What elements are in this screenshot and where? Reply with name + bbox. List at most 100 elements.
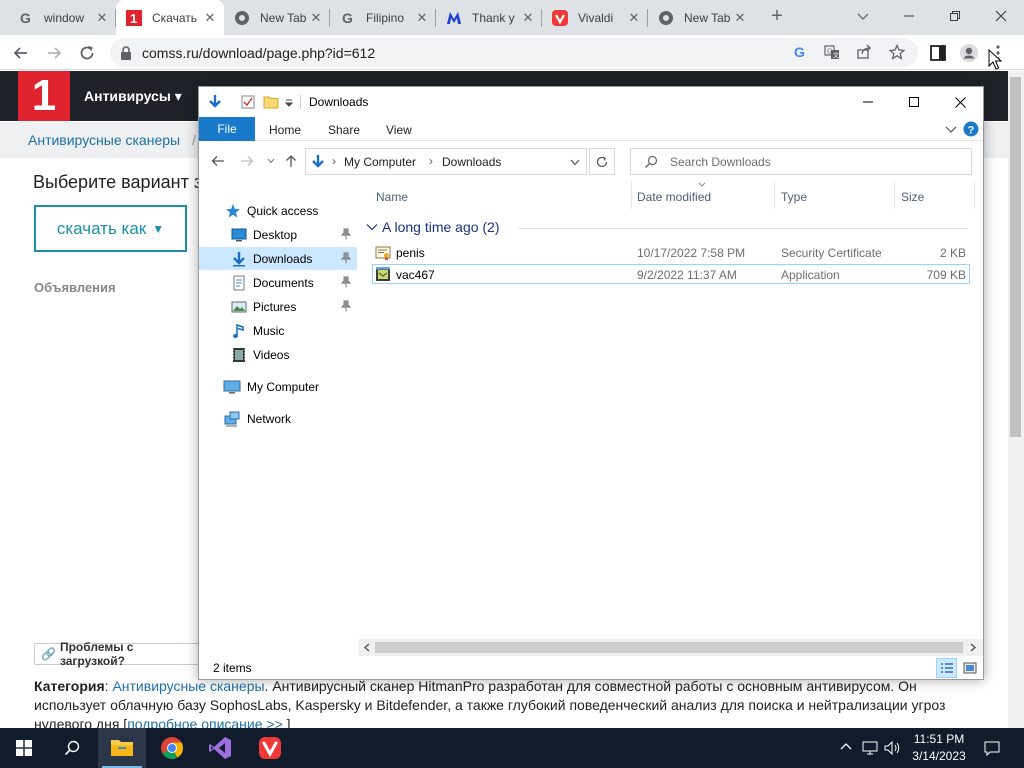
explorer-address-bar[interactable]: › My Computer › Downloads (305, 148, 587, 175)
browser-tab-3[interactable]: New Tab ✕ (224, 0, 330, 35)
browser-tab-1[interactable]: G window ✕ (8, 0, 116, 35)
scroll-right-icon[interactable] (969, 643, 977, 652)
close-icon[interactable]: ✕ (626, 10, 642, 26)
back-icon[interactable] (11, 43, 31, 63)
ribbon-tab-view[interactable]: View (386, 123, 412, 137)
browser-tab-4[interactable]: G Filipino ✕ (330, 0, 436, 35)
notifications-icon[interactable] (984, 740, 1000, 756)
refresh-button[interactable] (589, 148, 615, 175)
large-icons-view-button[interactable] (960, 658, 980, 678)
nav-item-documents[interactable]: Documents (199, 271, 357, 294)
scroll-left-icon[interactable] (363, 643, 371, 652)
search-box[interactable]: Search Downloads (630, 148, 972, 175)
lock-icon[interactable] (120, 46, 132, 60)
up-arrow-icon[interactable] (285, 154, 297, 168)
new-folder-icon[interactable] (263, 94, 279, 110)
close-icon[interactable]: ✕ (308, 10, 324, 26)
tab-search-button[interactable] (840, 0, 886, 32)
network-tray-icon[interactable] (862, 740, 878, 756)
restore-button[interactable] (932, 0, 978, 32)
taskbar-file-explorer[interactable] (98, 728, 146, 768)
forward-icon[interactable] (44, 43, 64, 63)
column-header-date[interactable]: Date modified (637, 190, 711, 204)
computer-icon (223, 380, 241, 393)
nav-menu-antivirus[interactable]: Антивирусы ▾ (84, 88, 182, 105)
address-bar[interactable]: comss.ru/download/page.php?id=612 G G文 (110, 38, 918, 67)
close-icon[interactable]: ✕ (414, 10, 430, 26)
taskbar-vivaldi[interactable] (246, 728, 294, 768)
file-row[interactable]: penis 10/17/2022 7:58 PM Security Certif… (372, 243, 970, 263)
horizontal-scrollbar-thumb[interactable] (375, 642, 963, 653)
column-header-type[interactable]: Type (781, 190, 807, 204)
translate-icon[interactable]: G文 (824, 44, 840, 60)
help-icon[interactable]: ? (963, 121, 979, 137)
browser-tab-6[interactable]: Vivaldi ✕ (542, 0, 648, 35)
breadcrumb-link[interactable]: Антивирусные сканеры (28, 132, 180, 148)
volume-icon[interactable] (884, 740, 902, 756)
back-icon[interactable] (211, 155, 225, 167)
pin-icon[interactable] (341, 300, 351, 312)
bookmark-star-icon[interactable] (889, 44, 905, 60)
taskbar-chrome[interactable] (148, 728, 196, 768)
nav-item-videos[interactable]: Videos (199, 343, 357, 366)
reload-icon[interactable] (77, 43, 97, 63)
minimize-button[interactable] (886, 0, 932, 32)
browser-tab-5[interactable]: Thank y ✕ (436, 0, 542, 35)
ribbon-tab-home[interactable]: Home (269, 123, 301, 137)
forward-icon[interactable] (240, 155, 254, 167)
column-header-size[interactable]: Size (901, 190, 924, 204)
nav-item-pictures[interactable]: Pictures (199, 295, 357, 318)
pin-icon[interactable] (341, 228, 351, 240)
address-crumb-downloads[interactable]: Downloads (442, 155, 501, 169)
side-panel-icon[interactable] (928, 43, 948, 63)
vivaldi-icon (552, 9, 568, 26)
explorer-titlebar[interactable]: Downloads (199, 87, 983, 117)
nav-item-downloads[interactable]: Downloads (199, 247, 357, 270)
explorer-minimize-button[interactable] (845, 87, 891, 117)
download-as-button[interactable]: скачать как ▼ (34, 205, 187, 252)
explorer-maximize-button[interactable] (891, 87, 937, 117)
pin-icon[interactable] (341, 252, 351, 264)
chevron-down-icon[interactable] (945, 124, 957, 134)
chevron-down-icon[interactable] (267, 158, 275, 164)
site-logo[interactable]: 1 (18, 71, 70, 121)
explorer-close-button[interactable] (937, 87, 983, 117)
new-tab-button[interactable]: + (767, 6, 787, 27)
google-icon[interactable]: G (792, 44, 808, 60)
properties-icon[interactable] (240, 94, 256, 110)
page-scrollbar-thumb[interactable] (1010, 77, 1021, 437)
close-window-button[interactable] (978, 0, 1024, 32)
details-view-button[interactable] (936, 658, 957, 678)
show-hidden-icons-chevron-icon[interactable] (840, 742, 852, 752)
taskbar-search-button[interactable] (48, 728, 96, 768)
page-scrollbar[interactable] (1008, 71, 1024, 728)
close-icon[interactable]: ✕ (202, 10, 218, 26)
system-clock[interactable]: 11:51 PM 3/14/2023 (908, 731, 970, 765)
nav-item-desktop[interactable]: Desktop (199, 223, 357, 246)
close-icon[interactable]: ✕ (94, 10, 110, 26)
column-header-name[interactable]: Name (376, 190, 408, 204)
browser-tab-2[interactable]: 1 Скачать ✕ (116, 0, 224, 35)
browser-tab-7[interactable]: New Tab ✕ (648, 0, 754, 35)
download-problems-button[interactable]: 🔗 Проблемы с загрузкой? (34, 640, 200, 668)
horizontal-scrollbar[interactable] (359, 639, 983, 656)
nav-item-my-computer[interactable]: My Computer (199, 375, 357, 398)
file-group-header[interactable]: A long time ago (2) (366, 219, 968, 235)
nav-item-network[interactable]: Network (199, 407, 357, 430)
category-link[interactable]: Антивирусные сканеры (112, 678, 264, 694)
address-crumb-my-computer[interactable]: My Computer (344, 155, 416, 169)
start-button[interactable] (0, 728, 48, 768)
close-icon[interactable]: ✕ (732, 10, 748, 26)
nav-item-music[interactable]: Music (199, 319, 357, 342)
close-icon[interactable]: ✕ (520, 10, 536, 26)
chevron-down-icon[interactable] (570, 159, 580, 166)
taskbar-visual-studio[interactable] (196, 728, 244, 768)
ribbon-tab-share[interactable]: Share (328, 123, 360, 137)
pin-icon[interactable] (341, 276, 351, 288)
chevron-down-icon[interactable] (285, 94, 293, 110)
share-icon[interactable] (856, 44, 872, 60)
ribbon-tab-file[interactable]: File (199, 117, 255, 141)
profile-avatar-icon[interactable] (959, 43, 979, 63)
nav-item-quick-access[interactable]: Quick access (199, 199, 357, 222)
file-row[interactable]: vac467 9/2/2022 11:37 AM Application 709… (372, 264, 970, 284)
